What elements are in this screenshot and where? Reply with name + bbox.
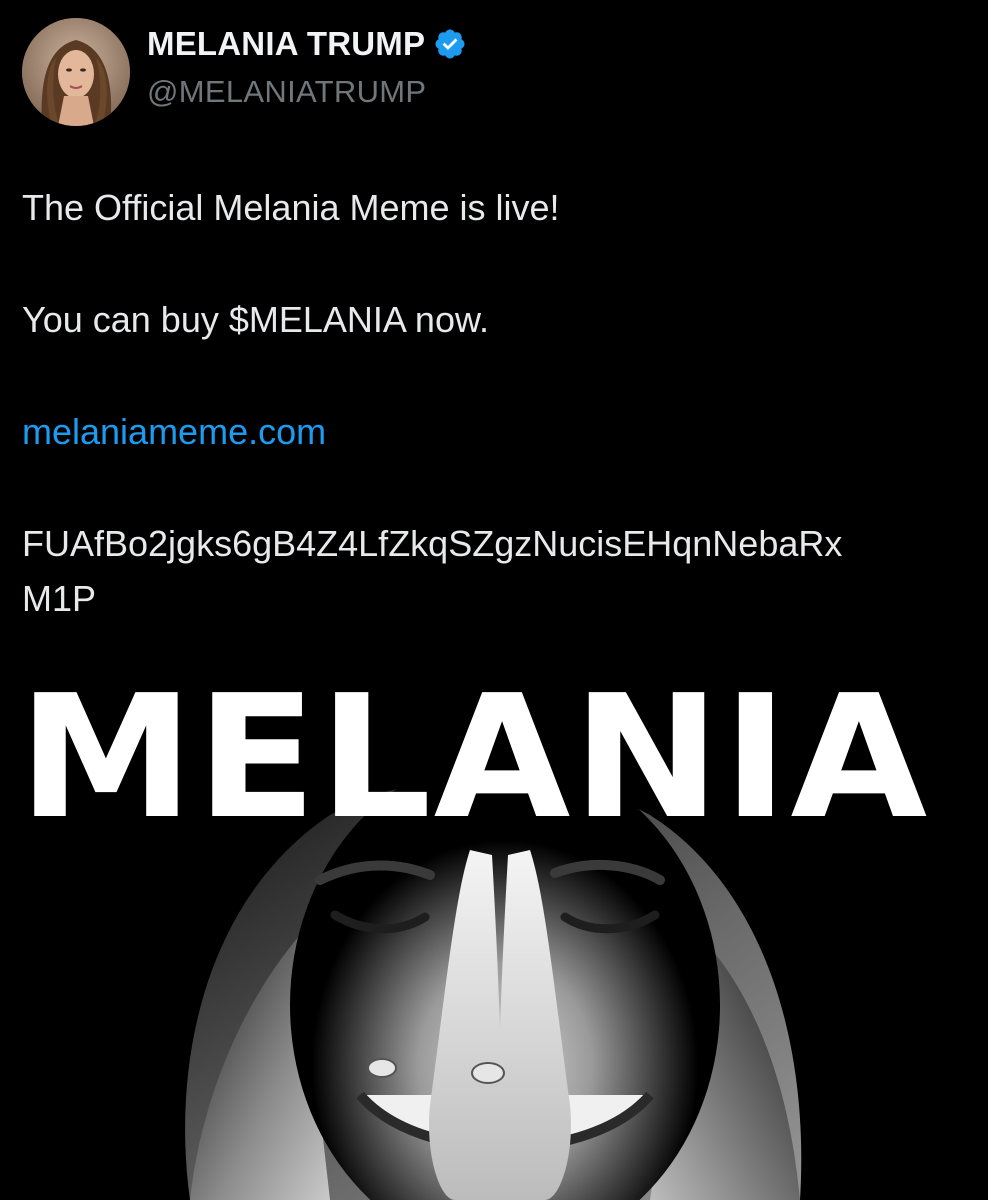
tweet-link[interactable]: melaniameme.com <box>22 409 326 455</box>
author-handle[interactable]: @MELANIATRUMP <box>147 74 426 110</box>
tweet-media-image[interactable]: MELANIA <box>0 675 988 1200</box>
verified-badge-icon <box>433 27 467 61</box>
media-title-text: MELANIA <box>18 675 930 857</box>
tweet: MELANIA TRUMP @MELANIATRUMP The Official… <box>0 0 988 1200</box>
avatar-image <box>22 18 130 126</box>
tweet-text-line: The Official Melania Meme is live! <box>22 187 560 228</box>
tweet-text-line: M1P <box>22 578 97 619</box>
avatar[interactable] <box>22 18 130 126</box>
author-name-row[interactable]: MELANIA TRUMP <box>147 22 467 66</box>
tweet-text-line: You can buy $MELANIA now. <box>22 299 489 340</box>
display-name[interactable]: MELANIA TRUMP <box>147 25 425 63</box>
tweet-text-line: FUAfBo2jgks6gB4Z4LfZkqSZgzNucisEHqnNebaR… <box>22 523 843 564</box>
